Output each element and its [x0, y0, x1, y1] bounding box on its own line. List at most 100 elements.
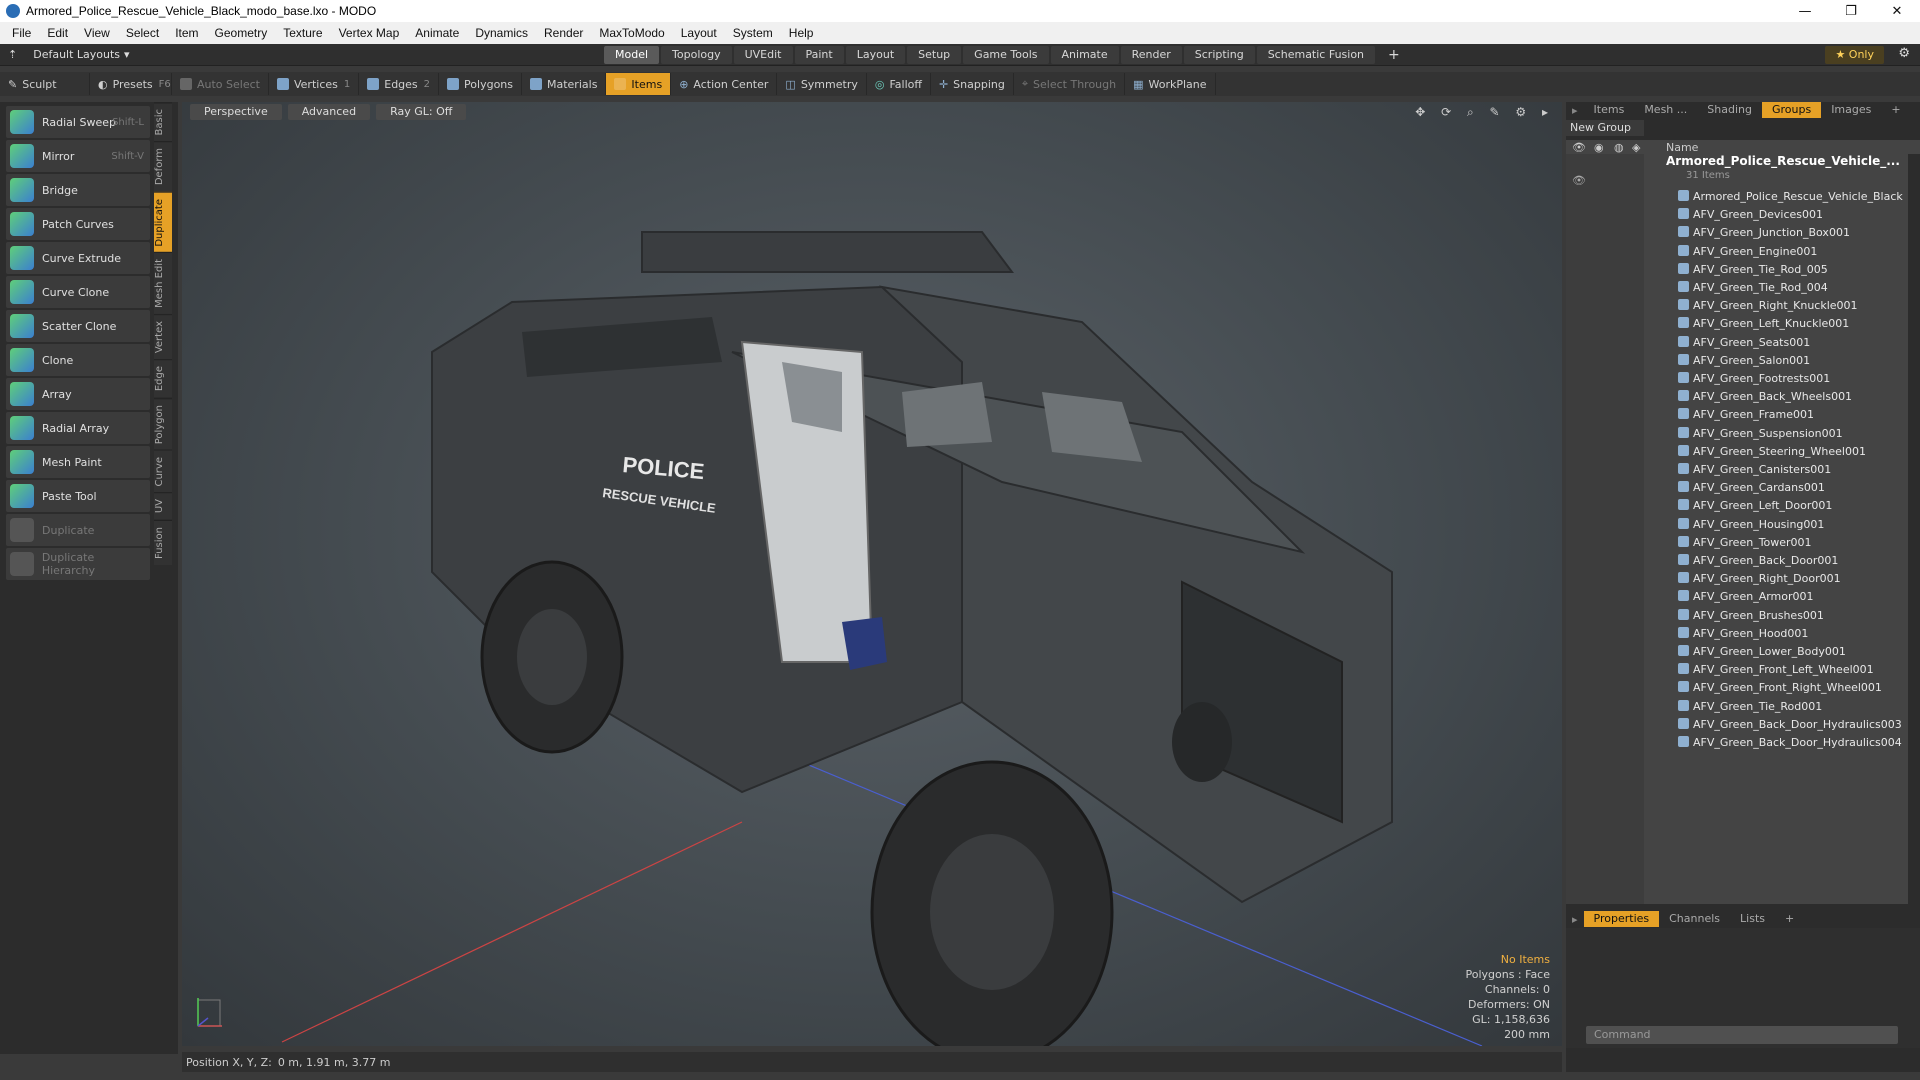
3d-viewport[interactable]: Perspective Advanced Ray GL: Off ✥ ⟳ ⌕ ✎…: [182, 102, 1562, 1046]
command-input[interactable]: Command: [1586, 1026, 1898, 1044]
select-through-button[interactable]: ⌖ Select Through: [1014, 73, 1126, 95]
action-center-button[interactable]: ⊕ Action Center: [671, 73, 778, 95]
tab-animate[interactable]: Animate: [1050, 46, 1119, 64]
gear-icon[interactable]: ⚙: [1898, 46, 1910, 61]
vertices-button[interactable]: Vertices 1: [269, 73, 360, 95]
group-list-item[interactable]: AFV_Green_Canisters001: [1678, 461, 1831, 478]
group-list-item[interactable]: AFV_Green_Front_Right_Wheel001: [1678, 679, 1882, 696]
group-list-item[interactable]: AFV_Green_Back_Door_Hydraulics004: [1678, 734, 1902, 751]
menu-texture[interactable]: Texture: [275, 26, 330, 40]
group-list-item[interactable]: AFV_Green_Brushes001: [1678, 607, 1824, 624]
add-tab-button[interactable]: +: [1377, 46, 1411, 64]
menu-help[interactable]: Help: [781, 26, 822, 40]
tab-uvedit[interactable]: UVEdit: [733, 46, 793, 64]
snapping-button[interactable]: ✛ Snapping: [931, 73, 1014, 95]
maximize-button[interactable]: ❐: [1828, 0, 1874, 22]
group-list-item[interactable]: AFV_Green_Seats001: [1678, 334, 1810, 351]
add-properties-tab-button[interactable]: +: [1775, 911, 1804, 927]
menu-animate[interactable]: Animate: [407, 26, 467, 40]
group-list-item[interactable]: AFV_Green_Right_Door001: [1678, 570, 1841, 587]
group-list-item[interactable]: AFV_Green_Tie_Rod_005: [1678, 261, 1828, 278]
menu-edit[interactable]: Edit: [39, 26, 76, 40]
vtab-deform[interactable]: Deform: [154, 141, 172, 192]
group-list-item[interactable]: AFV_Green_Right_Knuckle001: [1678, 297, 1858, 314]
group-list-item[interactable]: AFV_Green_Housing001: [1678, 516, 1824, 533]
vtab-fusion[interactable]: Fusion: [154, 519, 172, 565]
menu-dynamics[interactable]: Dynamics: [467, 26, 536, 40]
minimize-button[interactable]: —: [1782, 0, 1828, 22]
add-panel-tab-button[interactable]: +: [1881, 102, 1910, 118]
select-icon[interactable]: ◈: [1632, 141, 1640, 154]
menu-system[interactable]: System: [725, 26, 781, 40]
vtab-basic[interactable]: Basic: [154, 102, 172, 142]
panel-menu-icon[interactable]: ▸: [1566, 913, 1584, 926]
tab-groups[interactable]: Groups: [1761, 102, 1822, 118]
tab-schematic-fusion[interactable]: Schematic Fusion: [1256, 46, 1376, 64]
new-group-button[interactable]: New Group: [1566, 120, 1644, 136]
polygons-button[interactable]: Polygons: [439, 73, 522, 95]
tab-setup[interactable]: Setup: [907, 46, 962, 64]
vtab-edge[interactable]: Edge: [154, 359, 172, 398]
group-list-item[interactable]: AFV_Green_Hood001: [1678, 625, 1808, 642]
group-list-item[interactable]: Armored_Police_Rescue_Vehicle_Black: [1678, 188, 1903, 205]
panel-menu-icon[interactable]: ▸: [1566, 104, 1584, 117]
tool-curve-clone-button[interactable]: Curve Clone: [6, 276, 150, 308]
group-eye-icon[interactable]: 👁: [1572, 174, 1586, 187]
group-list-item[interactable]: AFV_Green_Cardans001: [1678, 479, 1825, 496]
tab-model[interactable]: Model: [604, 46, 660, 64]
group-list-item[interactable]: AFV_Green_Suspension001: [1678, 425, 1843, 442]
edges-button[interactable]: Edges 2: [359, 73, 440, 95]
vtab-polygon[interactable]: Polygon: [154, 397, 172, 450]
group-list-item[interactable]: AFV_Green_Tie_Rod001: [1678, 698, 1822, 715]
tool-duplicate-hierarchy-button[interactable]: Duplicate Hierarchy: [6, 548, 150, 580]
symmetry-button[interactable]: ◫ Symmetry: [777, 73, 867, 95]
tab-layout[interactable]: Layout: [845, 46, 906, 64]
group-list-item[interactable]: AFV_Green_Tower001: [1678, 534, 1812, 551]
tab-channels[interactable]: Channels: [1659, 911, 1730, 927]
group-list-item[interactable]: AFV_Green_Back_Door_Hydraulics003: [1678, 716, 1902, 733]
group-list-item[interactable]: AFV_Green_Devices001: [1678, 206, 1823, 223]
tool-paste-tool-button[interactable]: Paste Tool: [6, 480, 150, 512]
tab-lists[interactable]: Lists: [1730, 911, 1775, 927]
auto-select-button[interactable]: Auto Select: [172, 73, 269, 95]
menu-view[interactable]: View: [76, 26, 118, 40]
tab-paint[interactable]: Paint: [794, 46, 844, 64]
group-list-item[interactable]: AFV_Green_Left_Knuckle001: [1678, 315, 1849, 332]
group-list-item[interactable]: AFV_Green_Left_Door001: [1678, 497, 1832, 514]
menu-layout[interactable]: Layout: [673, 26, 725, 40]
tool-duplicate-button[interactable]: Duplicate: [6, 514, 150, 546]
group-list-item[interactable]: AFV_Green_Tie_Rod_004: [1678, 279, 1828, 296]
tab-render[interactable]: Render: [1120, 46, 1182, 64]
tab-scripting[interactable]: Scripting: [1183, 46, 1255, 64]
menu-file[interactable]: File: [4, 26, 39, 40]
eye-icon[interactable]: 👁: [1572, 141, 1586, 154]
group-list-item[interactable]: AFV_Green_Steering_Wheel001: [1678, 443, 1866, 460]
tool-bridge-button[interactable]: Bridge: [6, 174, 150, 206]
tool-curve-extrude-button[interactable]: Curve Extrude: [6, 242, 150, 274]
group-list-item[interactable]: AFV_Green_Lower_Body001: [1678, 643, 1846, 660]
tool-clone-button[interactable]: Clone: [6, 344, 150, 376]
menu-geometry[interactable]: Geometry: [207, 26, 276, 40]
tool-radial-sweep-button[interactable]: Radial Sweep Shift-L: [6, 106, 150, 138]
tool-mesh-paint-button[interactable]: Mesh Paint: [6, 446, 150, 478]
presets-button[interactable]: ◐ Presets F6: [90, 73, 172, 95]
vtab-duplicate[interactable]: Duplicate: [154, 191, 172, 253]
tool-scatter-clone-button[interactable]: Scatter Clone: [6, 310, 150, 342]
tab-images[interactable]: Images: [1821, 102, 1881, 118]
sculpt-button[interactable]: ✎ Sculpt: [0, 73, 90, 95]
group-list-item[interactable]: AFV_Green_Footrests001: [1678, 370, 1830, 387]
only-toggle[interactable]: ★ Only: [1825, 46, 1884, 64]
tool-radial-array-button[interactable]: Radial Array: [6, 412, 150, 444]
menu-item[interactable]: Item: [167, 26, 206, 40]
tool-array-button[interactable]: Array: [6, 378, 150, 410]
vtab-mesh-edit[interactable]: Mesh Edit: [154, 252, 172, 315]
group-list-item[interactable]: AFV_Green_Front_Left_Wheel001: [1678, 661, 1874, 678]
vtab-curve[interactable]: Curve: [154, 449, 172, 493]
tab-items[interactable]: Items: [1584, 102, 1635, 118]
group-list-item[interactable]: AFV_Green_Back_Door001: [1678, 552, 1838, 569]
group-list-item[interactable]: AFV_Green_Armor001: [1678, 588, 1814, 605]
group-list-item[interactable]: AFV_Green_Junction_Box001: [1678, 224, 1850, 241]
menu-select[interactable]: Select: [118, 26, 167, 40]
tab-shading[interactable]: Shading: [1697, 102, 1762, 118]
tab-mesh[interactable]: Mesh ...: [1634, 102, 1697, 118]
